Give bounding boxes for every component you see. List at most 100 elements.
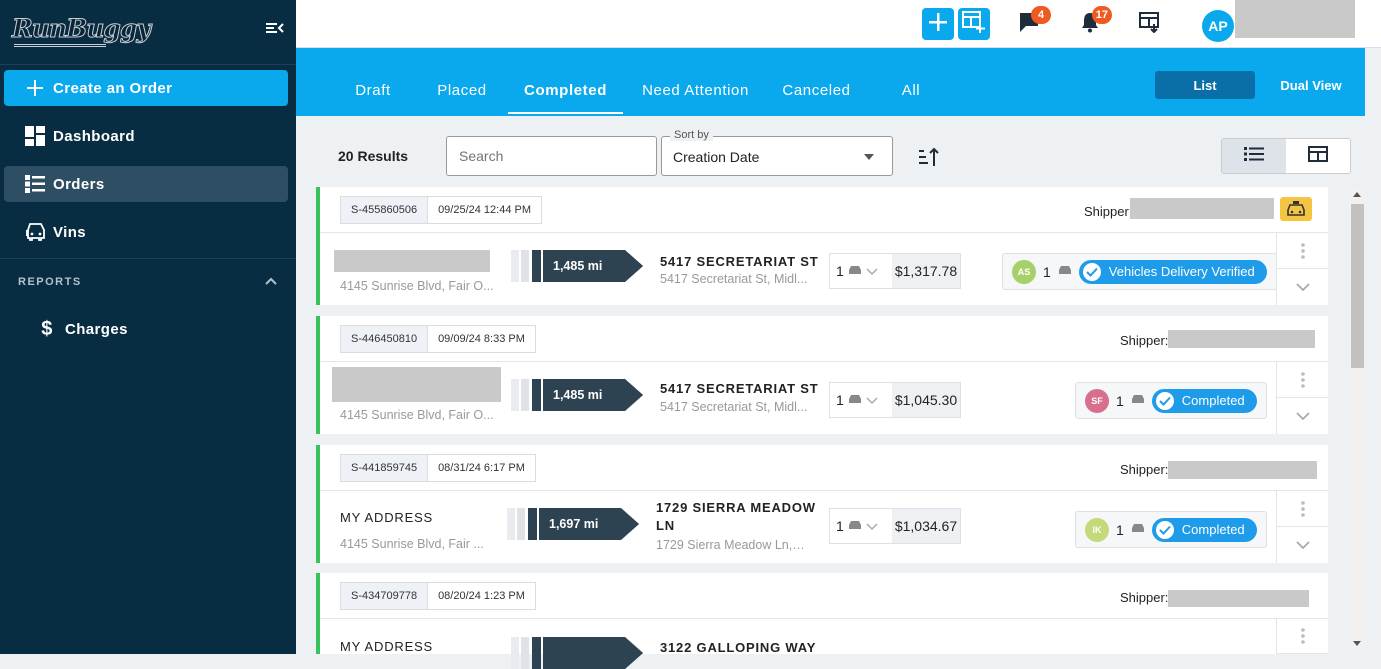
quantity-price[interactable]: 1 $1,045.30	[829, 382, 961, 418]
order-card[interactable]: S-455860506 09/25/24 12:44 PM Shipper: 41…	[316, 187, 1328, 305]
add-button[interactable]	[922, 8, 954, 40]
scroll-up-icon[interactable]	[1353, 192, 1361, 197]
order-date: 09/25/24 12:44 PM	[438, 204, 532, 216]
vehicle-qty: 1	[836, 263, 844, 279]
order-date: 09/09/24 8:33 PM	[438, 333, 525, 345]
messages-button[interactable]: 4	[1015, 6, 1051, 38]
create-order-button[interactable]: Create an Order	[4, 70, 288, 106]
sort-by-value: Creation Date	[673, 149, 760, 165]
sort-direction-icon[interactable]	[915, 144, 941, 170]
driver-avatar: AS	[1012, 259, 1036, 284]
more-options-icon[interactable]	[1276, 619, 1328, 654]
scroll-down-icon[interactable]	[1353, 641, 1361, 646]
user-avatar[interactable]: AP	[1202, 10, 1234, 42]
order-status-tabs: Draft Placed Completed Need Attention Ca…	[296, 48, 1365, 116]
shipper-name-redacted	[1168, 461, 1317, 479]
destination-name: 5417 SECRETARIAT ST	[660, 381, 819, 396]
origin-name: MY ADDRESS	[340, 639, 434, 654]
car-icon	[848, 392, 862, 408]
order-status: SF 1 Completed	[1075, 382, 1267, 419]
tab-canceled[interactable]: Canceled	[779, 82, 854, 114]
shipper-name-redacted	[1130, 198, 1274, 219]
add-table-button[interactable]	[958, 8, 990, 40]
order-status: AS 1 Vehicles Delivery Verified	[1002, 253, 1277, 290]
vehicle-qty: 1	[836, 518, 844, 534]
order-card[interactable]: S-446450810 09/09/24 8:33 PM Shipper: 414…	[316, 316, 1328, 434]
plus-icon	[929, 12, 947, 36]
check-icon	[1082, 262, 1101, 281]
car-icon	[1131, 392, 1145, 410]
sidebar-item-label: Dashboard	[53, 127, 135, 145]
table-download-icon	[1139, 11, 1161, 38]
chevron-down-icon[interactable]	[1276, 527, 1328, 563]
sidebar-item-label: Charges	[65, 320, 128, 338]
status-label: Completed	[1181, 522, 1245, 537]
destination-name: 5417 SECRETARIAT ST	[660, 254, 819, 269]
user-name-redacted	[1235, 0, 1355, 38]
results-count: 20 Results	[338, 148, 409, 164]
vehicle-count: 1	[1116, 392, 1124, 409]
driver-avatar: SF	[1085, 388, 1109, 413]
messages-badge: 4	[1031, 6, 1051, 24]
vehicle-qty: 1	[836, 392, 844, 408]
quantity-price[interactable]: 1 $1,034.67	[829, 508, 961, 544]
order-id[interactable]: S-434709778	[341, 583, 429, 609]
more-options-icon[interactable]	[1276, 362, 1328, 398]
list-layout-button[interactable]	[1222, 139, 1286, 173]
more-options-icon[interactable]	[1276, 491, 1328, 527]
list-view-button[interactable]: List	[1155, 71, 1255, 99]
status-label: Completed	[1181, 393, 1245, 408]
sidebar-item-label: Vins	[53, 223, 87, 241]
more-options-icon[interactable]	[1276, 233, 1328, 269]
chevron-down-icon[interactable]	[1276, 398, 1328, 434]
order-id[interactable]: S-455860506	[341, 197, 429, 223]
tab-need-attention[interactable]: Need Attention	[636, 82, 755, 114]
sidebar-item-vins[interactable]: Vins	[4, 214, 288, 250]
order-id[interactable]: S-441859745	[341, 455, 429, 481]
destination-name: 1729 SIERRA MEADOW LN	[656, 500, 816, 533]
car-icon	[1131, 521, 1145, 539]
cars-icon	[24, 221, 46, 243]
orders-list-icon	[24, 173, 46, 195]
search-input[interactable]	[446, 136, 657, 176]
collapse-sidebar-icon[interactable]	[264, 20, 286, 40]
sort-by-select[interactable]: Sort by Creation Date	[661, 129, 893, 176]
sidebar-item-orders[interactable]: Orders	[4, 166, 288, 202]
shipper-label: Shipper:	[1120, 590, 1169, 605]
tab-draft[interactable]: Draft	[346, 82, 400, 114]
order-card[interactable]: S-441859745 08/31/24 6:17 PM Shipper: MY …	[316, 445, 1328, 563]
grid-layout-button[interactable]	[1286, 139, 1350, 173]
sidebar-item-charges[interactable]: $ Charges	[4, 311, 288, 347]
shipper-name-redacted	[1168, 330, 1315, 348]
sort-by-legend: Sort by	[670, 129, 713, 141]
tab-all[interactable]: All	[896, 82, 926, 114]
chevron-up-icon[interactable]	[262, 272, 280, 290]
order-card[interactable]: S-434709778 08/20/24 1:23 PM Shipper: MY …	[316, 573, 1328, 669]
dual-view-button[interactable]: Dual View	[1261, 71, 1361, 99]
scrollbar-thumb[interactable]	[1351, 204, 1364, 368]
check-icon	[1155, 520, 1174, 539]
notifications-button[interactable]: 17	[1076, 6, 1112, 38]
table-plus-icon	[962, 10, 986, 38]
grid-icon	[1308, 145, 1328, 167]
sidebar-item-dashboard[interactable]: Dashboard	[4, 118, 288, 154]
shipper-label: Shipper:	[1084, 204, 1133, 219]
runbuggy-logo[interactable]: RunBuggy	[8, 10, 151, 50]
caret-down-icon	[864, 154, 874, 160]
tab-placed[interactable]: Placed	[432, 82, 492, 114]
order-date: 08/20/24 1:23 PM	[438, 590, 525, 602]
destination-address: 5417 Secretariat St, Midl...	[660, 400, 808, 414]
list-icon	[1244, 146, 1264, 167]
order-id[interactable]: S-446450810	[341, 326, 429, 352]
plus-icon	[24, 77, 46, 99]
check-icon	[1155, 391, 1174, 410]
chevron-down-icon[interactable]	[1276, 269, 1328, 305]
dollar-icon: $	[41, 317, 53, 340]
tab-completed[interactable]: Completed	[508, 82, 623, 114]
quantity-price[interactable]: 1 $1,317.78	[829, 253, 961, 289]
chevron-down-icon	[866, 392, 878, 408]
export-table-button[interactable]	[1136, 10, 1164, 38]
taxi-icon	[1280, 197, 1312, 221]
car-icon	[1058, 263, 1072, 281]
status-badge: Vehicles Delivery Verified	[1078, 259, 1267, 284]
